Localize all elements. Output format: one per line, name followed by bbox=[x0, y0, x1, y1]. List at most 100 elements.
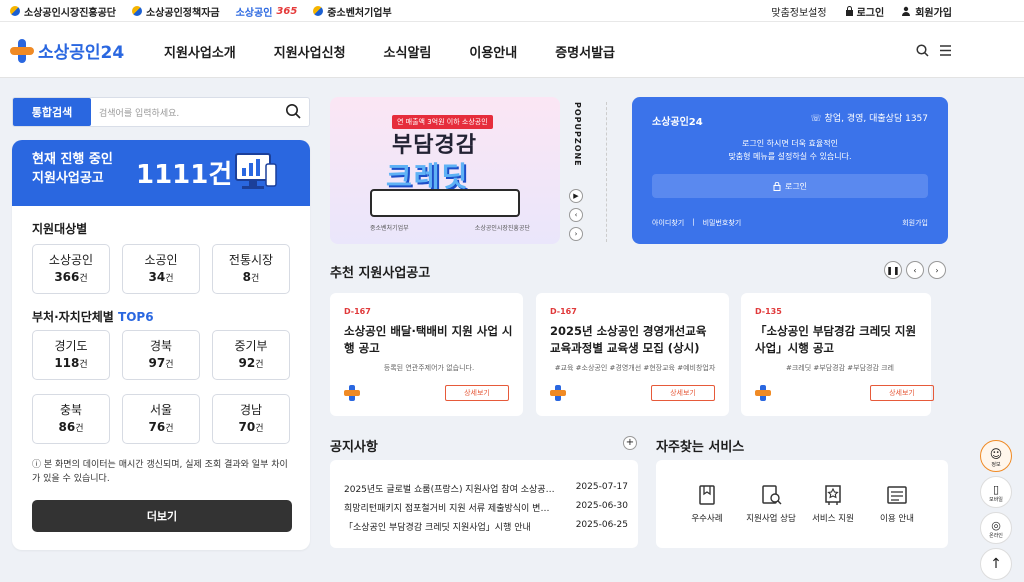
online-icon: ◎ bbox=[991, 519, 1001, 532]
service-best-practice[interactable]: 우수사례 bbox=[672, 484, 742, 524]
monitor-chart-icon bbox=[235, 153, 277, 189]
recommend-pause-button[interactable]: ❚❚ bbox=[884, 261, 902, 279]
recommend-card[interactable]: D-167 소상공인 배달·택배비 지원 사업 시행 공고 등록된 연관주제어가… bbox=[330, 293, 523, 416]
notice-more-button[interactable]: + bbox=[623, 436, 637, 450]
site-link-semas[interactable]: 소상공인시장진흥공단 bbox=[10, 4, 116, 19]
recommend-title: 추천 지원사업공고 bbox=[330, 266, 431, 281]
join-link[interactable]: 회원가입 bbox=[902, 4, 952, 19]
recommend-next-button[interactable]: › bbox=[928, 261, 946, 279]
plus-logo-icon bbox=[344, 385, 360, 401]
notice-title: 공지사항 bbox=[330, 440, 378, 455]
program-stats-panel: 현재 진행 중인 지원사업공고 1111건 지원대상별 소상공인 366건 소공인 3… bbox=[12, 140, 310, 550]
services-panel: 우수사례 지원사업 상담 서비스 지원 이용 안내 bbox=[656, 460, 948, 548]
popup-prev-button[interactable]: ‹ bbox=[569, 208, 583, 222]
floating-mascot-button[interactable]: ☺ 정보 bbox=[980, 440, 1012, 472]
detail-button[interactable]: 상세보기 bbox=[445, 385, 509, 401]
chevron-left-icon: ‹ bbox=[913, 265, 917, 275]
lock-icon bbox=[773, 181, 781, 191]
notice-row[interactable]: 「소상공인 부담경감 크레딧 지원사업」시행 안내 2025-06-25 bbox=[344, 520, 628, 533]
search-input[interactable]: 검색어를 입력하세요. bbox=[99, 106, 179, 119]
login-link[interactable]: 로그인 bbox=[845, 4, 884, 19]
menu-program-intro[interactable]: 지원사업소개 bbox=[164, 42, 236, 61]
region-section-title: 부처·자치단체별 TOP6 bbox=[32, 310, 154, 324]
guide-icon bbox=[887, 486, 907, 504]
menu-program-apply[interactable]: 지원사업신청 bbox=[274, 42, 346, 61]
recommend-prev-button[interactable]: ‹ bbox=[906, 261, 924, 279]
user-add-icon bbox=[902, 6, 911, 16]
region-box-chungbuk[interactable]: 충북 86건 bbox=[32, 394, 110, 444]
login-button[interactable]: 로그인 bbox=[652, 174, 928, 198]
region-box-gyeongbuk[interactable]: 경북 97건 bbox=[122, 330, 200, 380]
popup-play-button[interactable]: ▶ bbox=[569, 189, 583, 203]
header-tools bbox=[916, 44, 952, 57]
more-button[interactable]: 더보기 bbox=[32, 500, 292, 532]
semas-logo-icon bbox=[10, 6, 20, 16]
join-link-box[interactable]: 회원가입 bbox=[902, 218, 928, 228]
credit-card-illustration bbox=[370, 189, 520, 217]
integrated-search: 통합검색 검색어를 입력하세요. bbox=[12, 97, 310, 127]
detail-button[interactable]: 상세보기 bbox=[651, 385, 715, 401]
popup-next-button[interactable]: › bbox=[569, 227, 583, 241]
find-password-link[interactable]: 비밀번호찾기 bbox=[703, 218, 742, 228]
login-message: 로그인 하시면 더욱 효율적인 맞춤형 메뉴를 설정하실 수 있습니다. bbox=[728, 139, 852, 161]
menu-certificate[interactable]: 증명서발급 bbox=[555, 42, 615, 61]
search-icon[interactable] bbox=[916, 44, 929, 57]
search-category-button[interactable]: 통합검색 bbox=[13, 98, 91, 126]
region-box-gyeonggi[interactable]: 경기도 118건 bbox=[32, 330, 110, 380]
find-id-link[interactable]: 아이디찾기 bbox=[652, 218, 684, 228]
detail-button[interactable]: 상세보기 bbox=[870, 385, 934, 401]
menu-news[interactable]: 소식알림 bbox=[384, 42, 432, 61]
plus-logo-icon bbox=[755, 385, 771, 401]
consult-icon bbox=[762, 485, 782, 505]
hamburger-menu-icon[interactable] bbox=[939, 44, 952, 57]
policy-fund-logo-icon bbox=[132, 6, 142, 16]
contact-info: ☏ 창업, 경영, 대출상담 1357 bbox=[810, 114, 928, 124]
popupzone-label: POPUPZONE bbox=[573, 102, 582, 167]
target-box-sbiz[interactable]: 소상공인 366건 bbox=[32, 244, 110, 294]
notice-row[interactable]: 희망리턴패키지 점포철거비 지원 서류 제출방식이 변경됩니다 2025-06-3… bbox=[344, 501, 628, 514]
play-icon: ▶ bbox=[573, 192, 579, 200]
scroll-top-button[interactable]: ↑ bbox=[980, 548, 1012, 580]
target-box-small-mfg[interactable]: 소공인 34건 bbox=[122, 244, 200, 294]
site-link-mss[interactable]: 중소벤처기업부 bbox=[313, 4, 392, 19]
region-box-mss[interactable]: 중기부 92건 bbox=[212, 330, 290, 380]
site-logo[interactable]: 소상공인24 bbox=[10, 38, 124, 63]
floating-online-button[interactable]: ◎ 온라인 bbox=[980, 512, 1012, 544]
region-box-gyeongnam[interactable]: 경남 70건 bbox=[212, 394, 290, 444]
top-utility-bar: 소상공인시장진흥공단 소상공인정책자금 소상공인 365 중소벤처기업부 맞춤정보… bbox=[0, 0, 1024, 22]
login-box-title: 소상공인24 bbox=[652, 117, 703, 128]
recommend-card[interactable]: D-135 「소상공인 부담경감 크레딧 지원사업」시행 공고 #크레딧 #부담… bbox=[741, 293, 934, 416]
target-box-market[interactable]: 전통시장 8건 bbox=[212, 244, 290, 294]
site-link-policy-fund[interactable]: 소상공인정책자금 bbox=[132, 4, 220, 19]
popup-banner[interactable]: 연 매출액 3억원 이하 소상공인 부담경감 크레딧 중소벤처기업부 소상공인시장… bbox=[330, 97, 560, 244]
notice-row[interactable]: 2025년도 글로벌 쇼룸(프랑스) 지원사업 참여 소상공인 모집 공고 202… bbox=[344, 482, 628, 495]
chevron-right-icon: › bbox=[935, 265, 939, 275]
target-section-title: 지원대상별 bbox=[32, 222, 88, 236]
lock-icon bbox=[845, 6, 853, 16]
custom-info-link[interactable]: 맞춤정보설정 bbox=[771, 4, 826, 19]
recommend-card[interactable]: D-167 2025년 소상공인 경영개선교육 교육과정별 교육생 모집 (상시… bbox=[536, 293, 729, 416]
main-menu: 지원사업소개 지원사업신청 소식알림 이용안내 증명서발급 bbox=[164, 42, 653, 61]
menu-guide[interactable]: 이용안내 bbox=[469, 42, 517, 61]
login-box: 소상공인24 ☏ 창업, 경영, 대출상담 1357 로그인 하시면 더욱 효율… bbox=[632, 97, 948, 244]
document-icon bbox=[699, 485, 715, 505]
ongoing-count: 1111건 bbox=[136, 160, 233, 190]
plus-logo-icon bbox=[550, 385, 566, 401]
service-guide[interactable]: 이용 안내 bbox=[862, 484, 932, 524]
recommend-controls: ❚❚ ‹ › bbox=[884, 261, 946, 279]
site-link-sbiz365[interactable]: 소상공인 365 bbox=[236, 4, 298, 19]
plus-logo-icon bbox=[10, 38, 34, 63]
service-support[interactable]: 서비스 지원 bbox=[798, 484, 868, 524]
plus-icon: + bbox=[625, 437, 635, 448]
phone-icon: ☏ bbox=[810, 114, 825, 124]
mobile-icon: ▯ bbox=[992, 483, 1000, 496]
floating-mobile-button[interactable]: ▯ 모바일 bbox=[980, 476, 1012, 508]
chevron-right-icon: › bbox=[574, 230, 578, 238]
badge-icon bbox=[825, 485, 841, 505]
search-submit-icon[interactable] bbox=[285, 103, 301, 119]
service-consult[interactable]: 지원사업 상담 bbox=[736, 484, 806, 524]
mss-logo-icon bbox=[313, 6, 324, 16]
info-icon: ⓘ bbox=[32, 460, 44, 470]
region-box-seoul[interactable]: 서울 76건 bbox=[122, 394, 200, 444]
ongoing-programs-banner[interactable]: 현재 진행 중인 지원사업공고 1111건 bbox=[12, 140, 310, 206]
